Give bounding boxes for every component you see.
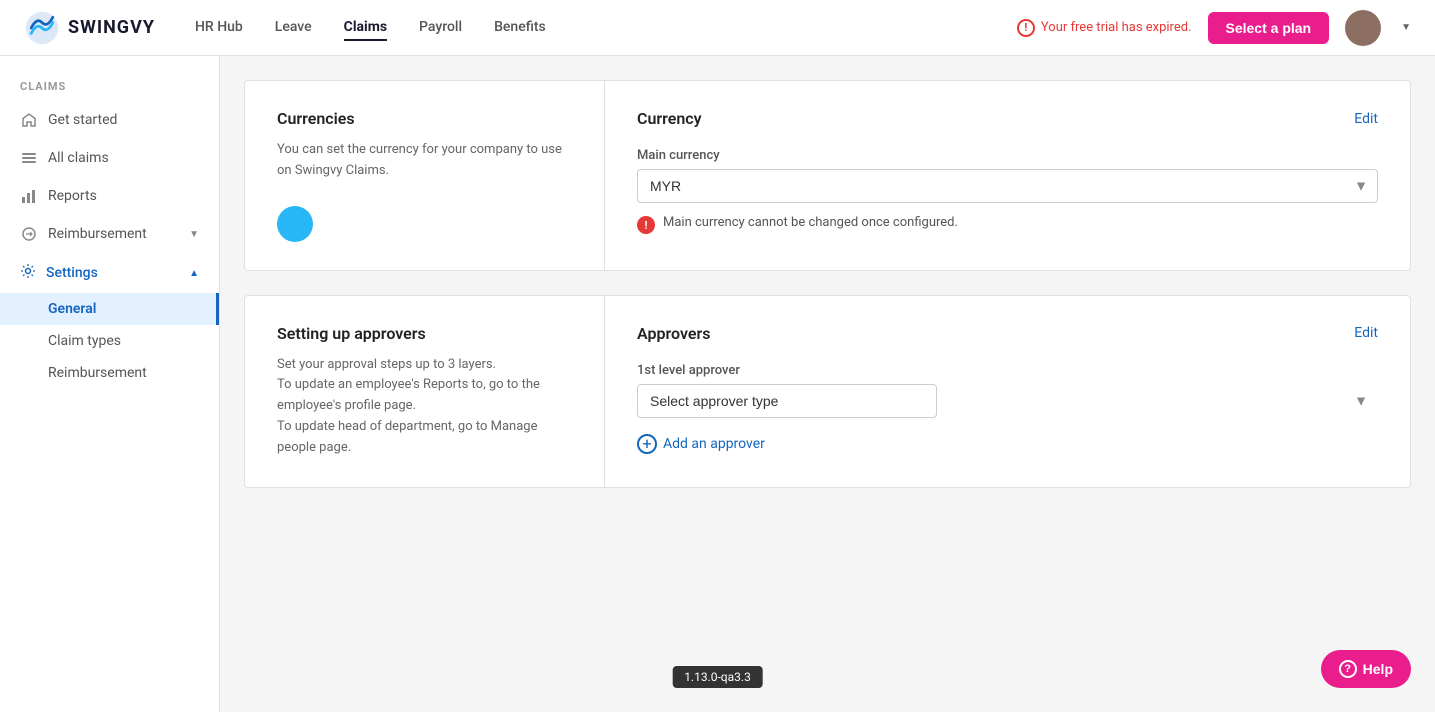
approvers-description: Set your approval steps up to 3 layers. … [277, 355, 572, 459]
settings-caret-icon: ▲ [189, 268, 199, 279]
currency-error-message: ! Main currency cannot be changed once c… [637, 215, 1378, 234]
approvers-desc-line2: To update an employee's Reports to, go t… [277, 377, 540, 413]
approvers-section-title: Approvers [637, 324, 710, 343]
currencies-title: Currencies [277, 109, 572, 128]
select-plan-button[interactable]: Select a plan [1208, 12, 1330, 44]
top-navigation: SWINGVY HR Hub Leave Claims Payroll Bene… [0, 0, 1435, 56]
trial-notice: ! Your free trial has expired. [1017, 19, 1192, 37]
sidebar-section-label: CLAIMS [0, 72, 219, 101]
sidebar-item-reimbursement[interactable]: Reimbursement ▼ [0, 215, 219, 253]
nav-payroll[interactable]: Payroll [419, 15, 462, 41]
nav-benefits[interactable]: Benefits [494, 15, 546, 41]
add-icon: + [637, 434, 657, 454]
nav-claims[interactable]: Claims [344, 15, 387, 41]
approvers-desc-line1: Set your approval steps up to 3 layers. [277, 357, 496, 372]
warning-icon: ! [1017, 19, 1035, 37]
home-icon [20, 111, 38, 129]
nav-leave[interactable]: Leave [275, 15, 312, 41]
logo-text: SWINGVY [68, 17, 155, 38]
add-approver-link[interactable]: + Add an approver [637, 434, 1378, 454]
approvers-right-panel: Approvers Edit 1st level approver Select… [605, 296, 1410, 487]
approvers-edit-link[interactable]: Edit [1354, 325, 1378, 341]
sidebar-label-settings: Settings [46, 265, 179, 281]
sidebar-item-settings[interactable]: Settings ▲ [0, 253, 219, 293]
currency-select[interactable]: MYR USD EUR SGD [637, 169, 1378, 203]
error-text: Main currency cannot be changed once con… [663, 215, 958, 230]
approvers-desc-line3: To update head of department, go to Mana… [277, 419, 538, 455]
approver-select-arrow-icon: ▼ [1354, 392, 1368, 409]
approvers-title: Setting up approvers [277, 324, 572, 343]
sidebar-label-all-claims: All claims [48, 150, 199, 166]
sidebar: CLAIMS Get started All claims [0, 56, 220, 712]
main-layout: CLAIMS Get started All claims [0, 56, 1435, 712]
currencies-left-panel: Currencies You can set the currency for … [245, 81, 605, 270]
nav-right: ! Your free trial has expired. Select a … [1017, 10, 1411, 46]
currency-select-wrapper: MYR USD EUR SGD ▼ [637, 169, 1378, 203]
approver-select-wrapper: Select approver type ▼ [637, 384, 1378, 418]
loading-spinner [277, 206, 313, 242]
add-approver-label: Add an approver [663, 436, 765, 452]
sidebar-item-reports[interactable]: Reports [0, 177, 219, 215]
sidebar-item-get-started[interactable]: Get started [0, 101, 219, 139]
currency-edit-link[interactable]: Edit [1354, 111, 1378, 127]
help-icon: ? [1339, 660, 1357, 678]
approvers-card: Setting up approvers Set your approval s… [244, 295, 1411, 488]
spinner-wrapper [277, 206, 572, 242]
currencies-right-panel: Currency Edit Main currency MYR USD EUR … [605, 81, 1410, 270]
approvers-left-panel: Setting up approvers Set your approval s… [245, 296, 605, 487]
main-currency-label: Main currency [637, 148, 1378, 163]
main-content: Currencies You can set the currency for … [220, 56, 1435, 712]
reimbursement-icon [20, 225, 38, 243]
sidebar-item-all-claims[interactable]: All claims [0, 139, 219, 177]
gear-icon [20, 263, 36, 283]
error-icon: ! [637, 216, 655, 234]
sidebar-label-get-started: Get started [48, 112, 199, 128]
currency-section-title: Currency [637, 109, 702, 128]
currencies-description: You can set the currency for your compan… [277, 140, 572, 182]
approvers-section-header: Approvers Edit [637, 324, 1378, 343]
approver-type-select[interactable]: Select approver type [637, 384, 937, 418]
currency-section-header: Currency Edit [637, 109, 1378, 128]
nav-hr-hub[interactable]: HR Hub [195, 15, 243, 41]
currencies-card: Currencies You can set the currency for … [244, 80, 1411, 271]
sidebar-sub-item-reimbursement[interactable]: Reimbursement [0, 357, 219, 389]
help-button[interactable]: ? Help [1321, 650, 1411, 688]
sidebar-sub-item-claim-types[interactable]: Claim types [0, 325, 219, 357]
trial-text: Your free trial has expired. [1041, 20, 1192, 35]
user-menu-chevron[interactable]: ▼ [1401, 22, 1411, 33]
help-label: Help [1363, 661, 1393, 677]
sidebar-label-reimbursement: Reimbursement [48, 226, 179, 242]
logo[interactable]: SWINGVY [24, 10, 155, 46]
sidebar-label-reports: Reports [48, 188, 199, 204]
avatar[interactable] [1345, 10, 1381, 46]
nav-links: HR Hub Leave Claims Payroll Benefits [195, 15, 1017, 41]
sidebar-sub-item-general[interactable]: General [0, 293, 219, 325]
list-icon [20, 149, 38, 167]
reimbursement-caret-icon: ▼ [189, 229, 199, 240]
version-badge: 1.13.0-qa3.3 [672, 666, 763, 688]
bar-chart-icon [20, 187, 38, 205]
approver-level-label: 1st level approver [637, 363, 1378, 378]
